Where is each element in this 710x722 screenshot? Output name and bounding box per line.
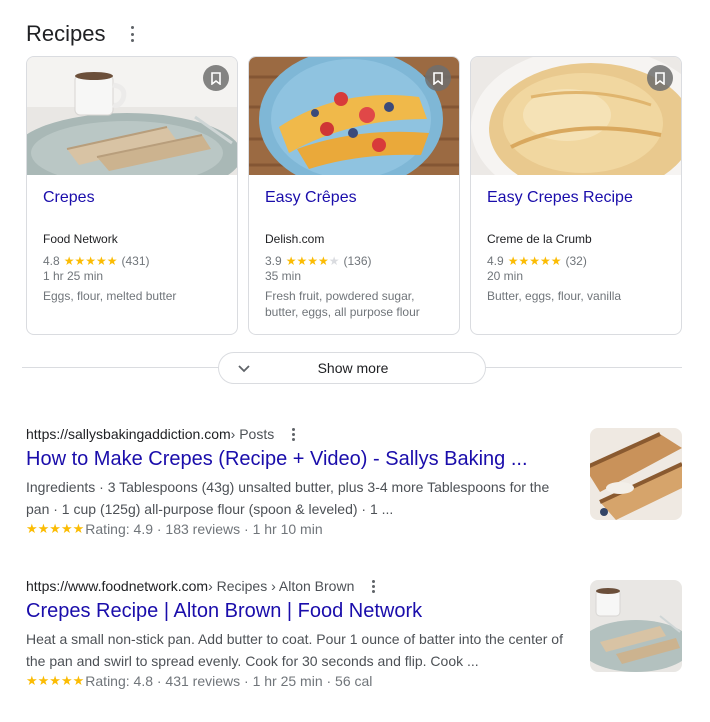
show-more-button[interactable]: Show more — [218, 352, 486, 384]
result-domain: https://sallysbakingaddiction.com — [26, 426, 231, 442]
recipe-image — [471, 57, 681, 175]
recipe-ingredients: Eggs, flour, melted butter — [43, 289, 177, 303]
rating-value: 4.8 — [43, 254, 60, 268]
search-result: https://sallysbakingaddiction.com › Post… — [26, 426, 686, 537]
bookmark-icon[interactable] — [425, 65, 451, 91]
result-domain: https://www.foodnetwork.com — [26, 578, 209, 594]
recipe-ingredients: Butter, eggs, flour, vanilla — [487, 289, 622, 303]
result-meta: ★★★★★ Rating: 4.9 · 183 reviews · 1 hr 1… — [26, 521, 686, 537]
result-meta: ★★★★★ Rating: 4.8 · 431 reviews · 1 hr 2… — [26, 673, 686, 689]
recipe-source: Food Network — [43, 232, 118, 246]
more-vert-icon[interactable] — [129, 26, 135, 42]
review-count: (136) — [343, 254, 372, 268]
result-thumbnail[interactable] — [590, 428, 682, 520]
star-rating-icon: ★★★★★ — [507, 254, 562, 268]
recipe-image — [249, 57, 459, 175]
result-title[interactable]: How to Make Crepes (Recipe + Video) - Sa… — [26, 448, 686, 471]
rating-value: 4.9 — [487, 254, 504, 268]
recipe-rating: 4.8 ★★★★★ (431) — [43, 254, 150, 268]
recipe-carousel: Crepes Food Network 4.8 ★★★★★ (431) 1 hr… — [26, 56, 682, 335]
recipe-source: Creme de la Crumb — [487, 232, 592, 246]
recipe-ingredients: Fresh fruit, powdered sugar, butter, egg… — [265, 289, 420, 319]
result-title[interactable]: Crepes Recipe | Alton Brown | Food Netwo… — [26, 600, 686, 623]
star-rating-icon: ★★★★★ — [26, 521, 85, 536]
bookmark-icon[interactable] — [203, 65, 229, 91]
recipe-title[interactable]: Crepes — [43, 189, 95, 207]
search-result: https://www.foodnetwork.com › Recipes › … — [26, 578, 686, 689]
result-url[interactable]: https://sallysbakingaddiction.com › Post… — [26, 426, 686, 442]
star-rating-icon: ★★★★★ — [63, 254, 118, 268]
more-vert-icon[interactable] — [290, 427, 296, 441]
star-rating-icon: ★★★★★ — [285, 254, 340, 268]
result-rating-text: Rating: 4.8 · 431 reviews · 1 hr 25 min … — [85, 673, 373, 689]
recipe-rating: 3.9 ★★★★★ (136) — [265, 254, 372, 268]
recipe-title[interactable]: Easy Crêpes — [265, 189, 357, 207]
show-more-label: Show more — [317, 360, 389, 376]
review-count: (431) — [121, 254, 150, 268]
recipe-title[interactable]: Easy Crepes Recipe — [487, 189, 633, 207]
recipe-card[interactable]: Easy Crêpes Delish.com 3.9 ★★★★★ (136) 3… — [248, 56, 460, 335]
rating-value: 3.9 — [265, 254, 282, 268]
recipe-card[interactable]: Easy Crepes Recipe Creme de la Crumb 4.9… — [470, 56, 682, 335]
result-rating-text: Rating: 4.9 · 183 reviews · 1 hr 10 min — [85, 521, 323, 537]
result-snippet: Heat a small non-stick pan. Add butter t… — [26, 631, 563, 669]
recipes-header: Recipes — [26, 18, 135, 50]
star-rating-icon: ★★★★★ — [26, 673, 85, 688]
recipe-time: 20 min — [487, 269, 524, 283]
result-breadcrumb: › Recipes › Alton Brown — [208, 578, 355, 594]
bookmark-icon[interactable] — [647, 65, 673, 91]
section-title: Recipes — [26, 21, 106, 46]
result-thumbnail[interactable] — [590, 580, 682, 672]
result-breadcrumb: › Posts — [230, 426, 275, 442]
recipe-time: 35 min — [265, 269, 302, 283]
recipe-rating: 4.9 ★★★★★ (32) — [487, 254, 587, 268]
result-url[interactable]: https://www.foodnetwork.com › Recipes › … — [26, 578, 686, 594]
result-snippet: Ingredients · 3 Tablespoons (43g) unsalt… — [26, 479, 550, 517]
recipe-card[interactable]: Crepes Food Network 4.8 ★★★★★ (431) 1 hr… — [26, 56, 238, 335]
recipe-time: 1 hr 25 min — [43, 269, 104, 283]
more-vert-icon[interactable] — [370, 579, 376, 593]
recipe-image — [27, 57, 237, 175]
recipe-source: Delish.com — [265, 232, 325, 246]
review-count: (32) — [565, 254, 587, 268]
